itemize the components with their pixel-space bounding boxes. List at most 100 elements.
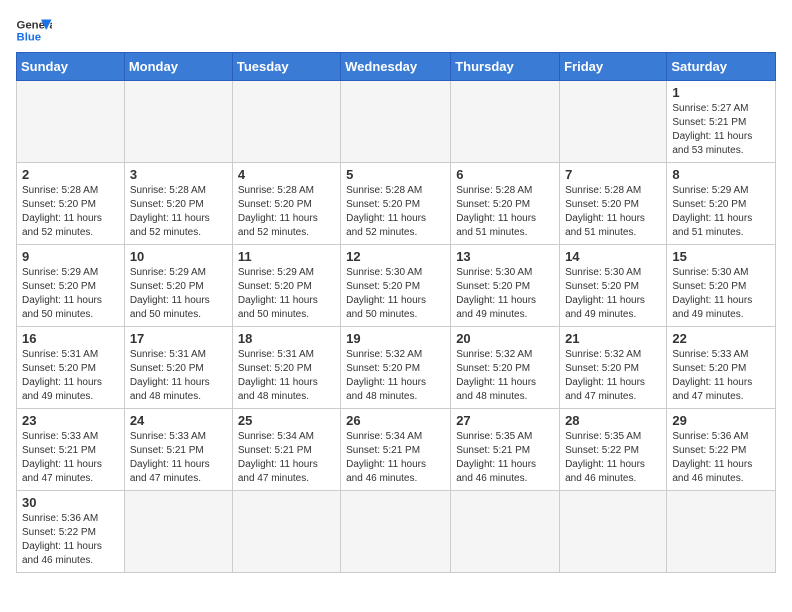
- calendar-cell: 19 Sunrise: 5:32 AMSunset: 5:20 PMDayligh…: [341, 327, 451, 409]
- day-number: 23: [22, 413, 119, 428]
- day-info: Sunrise: 5:28 AMSunset: 5:20 PMDaylight:…: [346, 184, 445, 240]
- day-number: 7: [565, 167, 661, 182]
- day-info: Sunrise: 5:35 AMSunset: 5:22 PMDaylight:…: [565, 430, 661, 486]
- header-monday: Monday: [124, 53, 232, 81]
- calendar-cell: [124, 81, 232, 163]
- calendar-cell: 22Sunrise: 5:33 AMSunset: 5:20 PMDayligh…: [667, 327, 776, 409]
- day-number: 6: [456, 167, 554, 182]
- day-info: Sunrise: 5:36 AMSunset: 5:22 PMDaylight:…: [22, 512, 119, 568]
- day-number: 3: [130, 167, 227, 182]
- day-info: Sunrise: 5:31 AMSunset: 5:20 PMDaylight:…: [130, 348, 227, 404]
- calendar-cell: [124, 491, 232, 573]
- calendar-cell: 24 Sunrise: 5:33 AMSunset: 5:21 PMDayligh…: [124, 409, 232, 491]
- day-info: Sunrise: 5:34 AMSunset: 5:21 PMDaylight:…: [346, 430, 445, 486]
- calendar-cell: 8 Sunrise: 5:29 AMSunset: 5:20 PMDaylight…: [667, 163, 776, 245]
- calendar-cell: 9Sunrise: 5:29 AMSunset: 5:20 PMDaylight…: [17, 245, 125, 327]
- day-number: 16: [22, 331, 119, 346]
- logo-svg: General Blue: [16, 16, 52, 44]
- day-info: Sunrise: 5:30 AMSunset: 5:20 PMDaylight:…: [672, 266, 770, 322]
- day-info: Sunrise: 5:33 AMSunset: 5:21 PMDaylight:…: [22, 430, 119, 486]
- day-number: 10: [130, 249, 227, 264]
- day-number: 20: [456, 331, 554, 346]
- calendar-cell: [560, 491, 667, 573]
- day-info: Sunrise: 5:28 AMSunset: 5:20 PMDaylight:…: [565, 184, 661, 240]
- day-info: Sunrise: 5:29 AMSunset: 5:20 PMDaylight:…: [238, 266, 335, 322]
- day-number: 21: [565, 331, 661, 346]
- day-info: Sunrise: 5:28 AMSunset: 5:20 PMDaylight:…: [456, 184, 554, 240]
- day-number: 11: [238, 249, 335, 264]
- day-info: Sunrise: 5:29 AMSunset: 5:20 PMDaylight:…: [672, 184, 770, 240]
- week-row-3: 16 Sunrise: 5:31 AMSunset: 5:20 PMDayligh…: [17, 327, 776, 409]
- day-number: 13: [456, 249, 554, 264]
- day-info: Sunrise: 5:27 AMSunset: 5:21 PMDaylight:…: [672, 102, 770, 158]
- calendar-cell: 10 Sunrise: 5:29 AMSunset: 5:20 PMDayligh…: [124, 245, 232, 327]
- svg-text:Blue: Blue: [17, 32, 42, 44]
- day-info: Sunrise: 5:28 AMSunset: 5:20 PMDaylight:…: [238, 184, 335, 240]
- calendar-cell: 1 Sunrise: 5:27 AMSunset: 5:21 PMDaylight…: [667, 81, 776, 163]
- week-row-5: 30 Sunrise: 5:36 AMSunset: 5:22 PMDayligh…: [17, 491, 776, 573]
- day-info: Sunrise: 5:31 AMSunset: 5:20 PMDaylight:…: [22, 348, 119, 404]
- week-row-2: 9 Sunrise: 5:29 AMSunset: 5:20 PMDaylight…: [17, 245, 776, 327]
- calendar-cell: [17, 81, 125, 163]
- calendar-cell: [667, 491, 776, 573]
- day-number: 14: [565, 249, 661, 264]
- calendar-table: SundayMondayTuesdayWednesdayThursdayFrid…: [16, 52, 776, 573]
- calendar-cell: [232, 81, 340, 163]
- calendar-cell: 4 Sunrise: 5:28 AMSunset: 5:20 PMDaylight…: [232, 163, 340, 245]
- week-row-4: 23 Sunrise: 5:33 AMSunset: 5:21 PMDayligh…: [17, 409, 776, 491]
- day-info: Sunrise: 5:33 AMSunset: 5:21 PMDaylight:…: [130, 430, 227, 486]
- day-number: 22: [672, 331, 770, 346]
- day-number: 30: [22, 495, 119, 510]
- day-number: 2: [22, 167, 119, 182]
- day-info: Sunrise: 5:30 AMSunset: 5:20 PMDaylight:…: [565, 266, 661, 322]
- day-number: 26: [346, 413, 445, 428]
- day-number: 4: [238, 167, 335, 182]
- calendar-cell: 14 Sunrise: 5:30 AMSunset: 5:20 PMDayligh…: [560, 245, 667, 327]
- logo: General Blue: [16, 16, 52, 44]
- calendar-cell: 18Sunrise: 5:31 AMSunset: 5:20 PMDayligh…: [232, 327, 340, 409]
- calendar-cell: [560, 81, 667, 163]
- day-number: 17: [130, 331, 227, 346]
- day-number: 24: [130, 413, 227, 428]
- header-friday: Friday: [560, 53, 667, 81]
- day-info: Sunrise: 5:30 AMSunset: 5:20 PMDaylight:…: [346, 266, 445, 322]
- calendar-cell: 28 Sunrise: 5:35 AMSunset: 5:22 PMDayligh…: [560, 409, 667, 491]
- day-number: 27: [456, 413, 554, 428]
- header-thursday: Thursday: [451, 53, 560, 81]
- day-number: 1: [672, 85, 770, 100]
- calendar-cell: 17 Sunrise: 5:31 AMSunset: 5:20 PMDayligh…: [124, 327, 232, 409]
- header-sunday: Sunday: [17, 53, 125, 81]
- calendar-cell: 7 Sunrise: 5:28 AMSunset: 5:20 PMDaylight…: [560, 163, 667, 245]
- header-tuesday: Tuesday: [232, 53, 340, 81]
- day-number: 5: [346, 167, 445, 182]
- calendar-cell: [451, 491, 560, 573]
- day-info: Sunrise: 5:28 AMSunset: 5:20 PMDaylight:…: [22, 184, 119, 240]
- day-number: 29: [672, 413, 770, 428]
- day-info: Sunrise: 5:36 AMSunset: 5:22 PMDaylight:…: [672, 430, 770, 486]
- day-number: 28: [565, 413, 661, 428]
- day-number: 25: [238, 413, 335, 428]
- header-wednesday: Wednesday: [341, 53, 451, 81]
- day-number: 8: [672, 167, 770, 182]
- day-number: 12: [346, 249, 445, 264]
- calendar-cell: 20 Sunrise: 5:32 AMSunset: 5:20 PMDayligh…: [451, 327, 560, 409]
- calendar-cell: 15Sunrise: 5:30 AMSunset: 5:20 PMDayligh…: [667, 245, 776, 327]
- week-row-0: 1 Sunrise: 5:27 AMSunset: 5:21 PMDaylight…: [17, 81, 776, 163]
- calendar-cell: 5 Sunrise: 5:28 AMSunset: 5:20 PMDaylight…: [341, 163, 451, 245]
- day-number: 19: [346, 331, 445, 346]
- calendar-cell: 27Sunrise: 5:35 AMSunset: 5:21 PMDayligh…: [451, 409, 560, 491]
- day-info: Sunrise: 5:29 AMSunset: 5:20 PMDaylight:…: [130, 266, 227, 322]
- day-info: Sunrise: 5:32 AMSunset: 5:20 PMDaylight:…: [456, 348, 554, 404]
- header: General Blue: [16, 16, 776, 44]
- day-info: Sunrise: 5:34 AMSunset: 5:21 PMDaylight:…: [238, 430, 335, 486]
- calendar-cell: 23 Sunrise: 5:33 AMSunset: 5:21 PMDayligh…: [17, 409, 125, 491]
- week-row-1: 2 Sunrise: 5:28 AMSunset: 5:20 PMDaylight…: [17, 163, 776, 245]
- calendar-cell: 13Sunrise: 5:30 AMSunset: 5:20 PMDayligh…: [451, 245, 560, 327]
- calendar-cell: [232, 491, 340, 573]
- calendar-cell: [451, 81, 560, 163]
- calendar-cell: 30 Sunrise: 5:36 AMSunset: 5:22 PMDayligh…: [17, 491, 125, 573]
- day-number: 18: [238, 331, 335, 346]
- calendar-cell: 29 Sunrise: 5:36 AMSunset: 5:22 PMDayligh…: [667, 409, 776, 491]
- day-number: 9: [22, 249, 119, 264]
- day-info: Sunrise: 5:32 AMSunset: 5:20 PMDaylight:…: [346, 348, 445, 404]
